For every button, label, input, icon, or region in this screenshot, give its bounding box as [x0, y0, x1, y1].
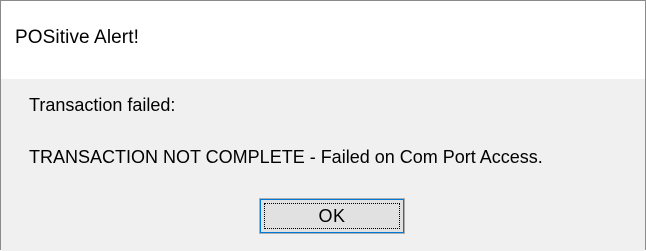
message-detail: TRANSACTION NOT COMPLETE - Failed on Com… — [29, 147, 543, 167]
dialog-title: POSitive Alert! — [15, 27, 139, 48]
ok-button-label: OK — [318, 205, 346, 226]
alert-dialog: POSitive Alert! Transaction failed: TRAN… — [0, 0, 646, 251]
ok-button[interactable]: OK — [259, 198, 405, 234]
dialog-title-bar[interactable]: POSitive Alert! — [1, 1, 645, 79]
message-heading: Transaction failed: — [29, 95, 176, 115]
dialog-body: Transaction failed: TRANSACTION NOT COMP… — [1, 79, 645, 251]
